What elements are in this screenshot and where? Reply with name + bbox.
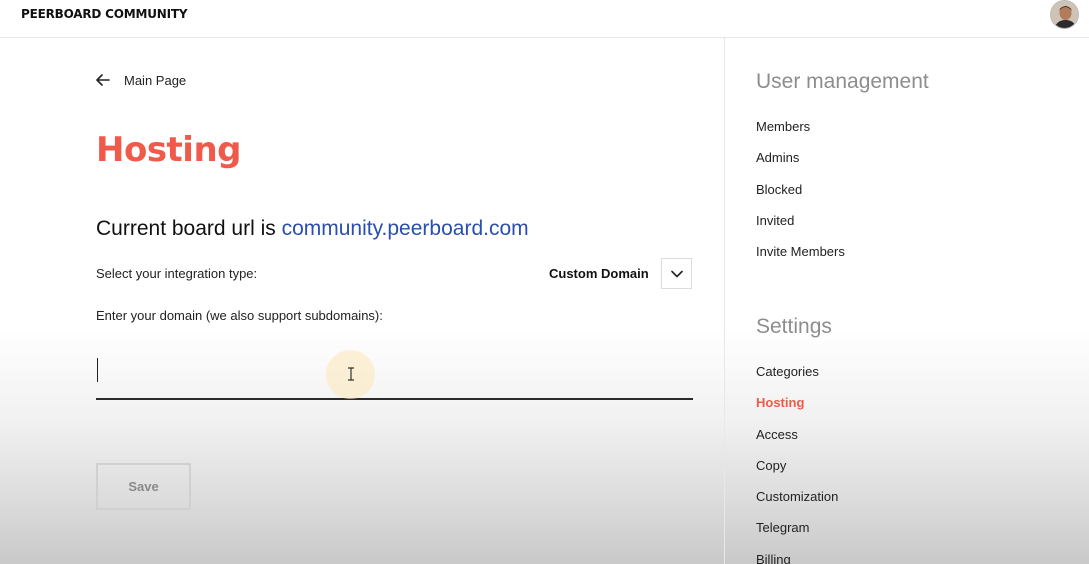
chevron-down-icon [670, 270, 683, 277]
top-bar: PEERBOARD COMMUNITY [0, 0, 1089, 38]
content-sidebar-divider [724, 38, 725, 564]
integration-type-value[interactable]: Custom Domain [549, 266, 649, 281]
arrow-left-icon [96, 74, 110, 86]
settings-menu: Categories Hosting Access Copy Customiza… [756, 364, 838, 564]
brand-logo-text[interactable]: PEERBOARD COMMUNITY [21, 7, 188, 21]
save-button[interactable]: Save [96, 463, 191, 510]
settings-heading: Settings [756, 315, 832, 338]
sidebar-item-access[interactable]: Access [756, 427, 838, 458]
page-title: Hosting [96, 130, 242, 170]
integration-type-dropdown[interactable] [661, 258, 692, 289]
domain-input[interactable] [96, 352, 693, 400]
user-management-menu: Members Admins Blocked Invited Invite Me… [756, 119, 845, 275]
sidebar-item-billing[interactable]: Billing [756, 552, 838, 564]
current-board-url: Current board url is community.peerboard… [96, 217, 529, 241]
sidebar-item-admins[interactable]: Admins [756, 150, 845, 181]
sidebar-item-members[interactable]: Members [756, 119, 845, 150]
back-to-main-link[interactable]: Main Page [96, 72, 186, 88]
sidebar-item-invited[interactable]: Invited [756, 213, 845, 244]
text-cursor-icon [348, 367, 354, 381]
sidebar-item-hosting[interactable]: Hosting [756, 395, 838, 426]
board-url-prefix: Current board url is [96, 217, 282, 240]
sidebar-item-telegram[interactable]: Telegram [756, 520, 838, 551]
back-link-label: Main Page [124, 72, 187, 88]
user-management-heading: User management [756, 70, 929, 93]
domain-input-label: Enter your domain (we also support subdo… [96, 308, 383, 323]
text-caret [97, 358, 98, 382]
sidebar-item-blocked[interactable]: Blocked [756, 182, 845, 213]
sidebar-item-customization[interactable]: Customization [756, 489, 838, 520]
user-avatar-icon [1051, 1, 1078, 28]
user-avatar[interactable] [1050, 0, 1079, 29]
sidebar-item-categories[interactable]: Categories [756, 364, 838, 395]
sidebar-item-copy[interactable]: Copy [756, 458, 838, 489]
board-url-link[interactable]: community.peerboard.com [282, 217, 529, 240]
integration-type-label: Select your integration type: [96, 266, 258, 281]
sidebar-item-invite-members[interactable]: Invite Members [756, 244, 845, 275]
